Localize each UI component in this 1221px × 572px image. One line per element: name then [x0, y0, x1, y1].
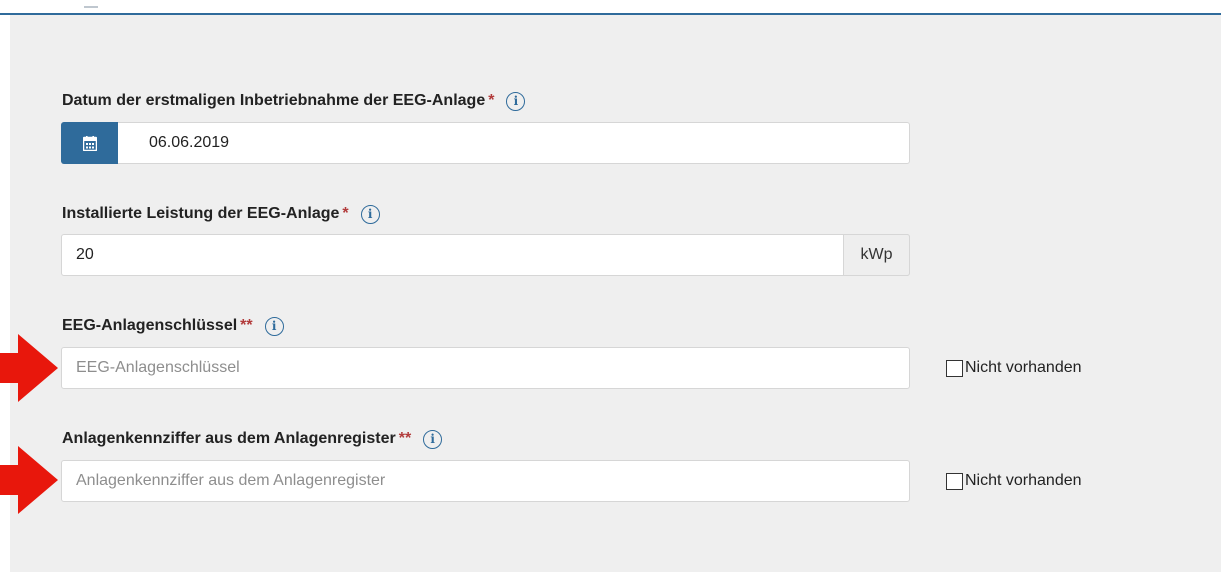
required-marker: *	[342, 205, 349, 222]
eeg-key-input[interactable]: EEG-Anlagenschlüssel	[61, 347, 910, 389]
register-number-input[interactable]: Anlagenkennziffer aus dem Anlagenregiste…	[61, 460, 910, 502]
info-icon[interactable]: i	[506, 91, 526, 111]
info-icon[interactable]: i	[264, 316, 284, 336]
checkbox[interactable]	[946, 359, 963, 377]
commissioning-date-value: 06.06.2019	[149, 134, 230, 151]
installed-power-input[interactable]: 20 kWp	[61, 234, 910, 276]
eeg-key-not-available[interactable]: Nicht vorhanden	[946, 359, 1082, 377]
commissioning-date-label: Datum der erstmaligen Inbetriebnahme der…	[62, 90, 526, 112]
required-marker: **	[240, 317, 253, 334]
commissioning-date-input[interactable]: 06.06.2019	[61, 122, 910, 164]
header-edge-mark	[84, 0, 98, 8]
top-header-strip	[0, 0, 1221, 15]
installed-power-label-text: Installierte Leistung der EEG-Anlage	[62, 205, 340, 222]
register-number-label: Anlagenkennziffer aus dem Anlagenregiste…	[62, 428, 443, 450]
checkbox[interactable]	[946, 472, 963, 490]
unit-addon: kWp	[843, 234, 910, 276]
eeg-key-label: EEG-Anlagenschlüssel ** i	[62, 315, 284, 337]
register-number-not-available[interactable]: Nicht vorhanden	[946, 472, 1082, 490]
checkbox-label[interactable]: Nicht vorhanden	[965, 359, 1082, 377]
calendar-icon	[82, 135, 97, 151]
installed-power-value: 20	[76, 246, 94, 263]
red-arrow-icon	[0, 334, 58, 402]
unit-label: kWp	[860, 246, 893, 263]
eeg-key-placeholder: EEG-Anlagenschlüssel	[76, 359, 240, 376]
installed-power-label: Installierte Leistung der EEG-Anlage * i	[62, 203, 380, 225]
calendar-button[interactable]	[61, 122, 118, 164]
checkbox-label[interactable]: Nicht vorhanden	[965, 472, 1082, 490]
info-icon[interactable]: i	[423, 429, 443, 449]
red-arrow-icon	[0, 446, 58, 514]
commissioning-date-label-text: Datum der erstmaligen Inbetriebnahme der…	[62, 92, 486, 109]
eeg-key-label-text: EEG-Anlagenschlüssel	[62, 317, 238, 334]
required-marker: **	[398, 430, 412, 447]
register-number-label-text: Anlagenkennziffer aus dem Anlagenregiste…	[62, 430, 396, 447]
info-icon[interactable]: i	[360, 204, 380, 224]
required-marker: *	[488, 92, 495, 109]
register-number-placeholder: Anlagenkennziffer aus dem Anlagenregiste…	[76, 472, 386, 489]
